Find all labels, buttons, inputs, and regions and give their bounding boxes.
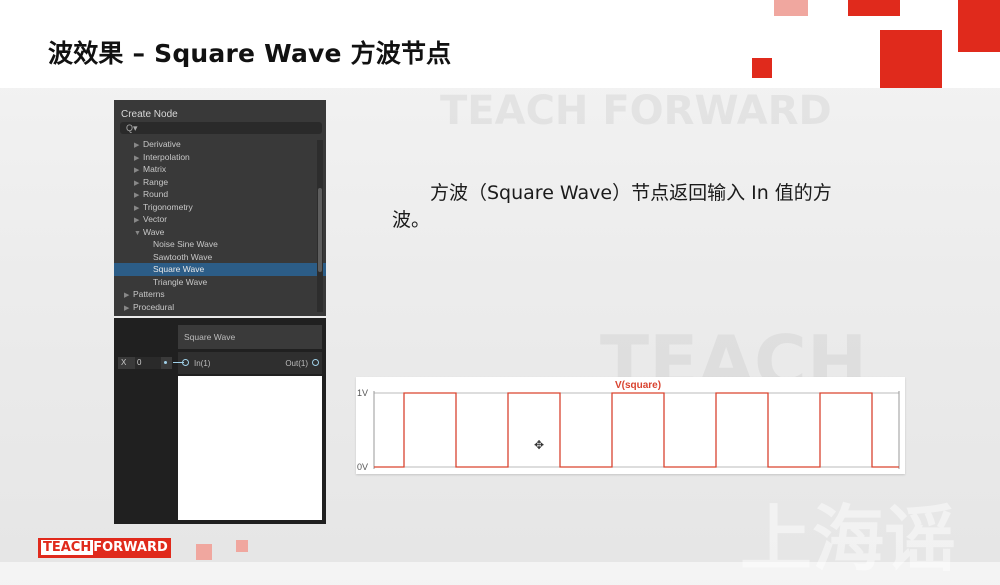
tree-item[interactable]: ▶ Vector	[114, 213, 326, 226]
decor-square	[958, 0, 1000, 52]
tree-item-label: Matrix	[143, 164, 167, 174]
decor-square	[752, 58, 772, 78]
tree-item[interactable]: ▶ Patterns	[114, 288, 326, 301]
y-bottom-label: 0V	[357, 462, 368, 472]
search-input[interactable]: Q▾	[120, 122, 322, 134]
cursor-icon: ✥	[534, 438, 544, 452]
create-node-panel: Create Node Q▾ ▶ Derivative ▶ Interpolation…	[114, 100, 326, 316]
scrollbar[interactable]	[317, 140, 323, 312]
connection-wire	[173, 362, 184, 363]
node-title: Square Wave	[184, 332, 236, 342]
tree-item[interactable]: ▶ Derivative	[114, 138, 326, 151]
tree-item[interactable]: Square Wave	[114, 263, 326, 276]
x-label: X	[121, 358, 127, 367]
tree-item[interactable]: ▶ Interpolation	[114, 151, 326, 164]
tree-item-label: Sawtooth Wave	[153, 251, 213, 262]
tree-item-label: Square Wave	[153, 264, 205, 274]
logo-forward: FORWARD	[93, 540, 168, 555]
tree-item-label: Noise Sine Wave	[153, 239, 218, 249]
node-header[interactable]: Square Wave	[178, 325, 322, 349]
tree-item-label: Wave	[143, 226, 165, 237]
node-ports: In(1) Out(1)	[178, 352, 322, 374]
tree-item-label: Trigonometry	[143, 201, 193, 212]
description-text: 方波（Square Wave）节点返回输入 In 值的方波。	[392, 182, 832, 231]
tree-item-label: Triangle Wave	[153, 276, 208, 287]
y-top-label: 1V	[357, 388, 368, 398]
waveform-svg: V(square) 1V 0V ✥	[357, 380, 900, 472]
search-icon: Q▾	[126, 123, 138, 133]
tree-item-label: Derivative	[143, 139, 181, 149]
tree-item-label: Range	[143, 176, 169, 187]
tree-item[interactable]: ▶ Trigonometry	[114, 201, 326, 214]
waveform-plot: V(square) 1V 0V ✥	[356, 377, 905, 474]
watermark: 上海谣	[740, 497, 957, 581]
decor-square	[774, 0, 808, 16]
tree-item[interactable]: ▶ Matrix	[114, 163, 326, 176]
teach-forward-logo: TEACH FORWARD	[38, 538, 171, 558]
chevron-right-icon: ▶	[124, 304, 130, 312]
tree-item-label: Interpolation	[143, 151, 190, 162]
waveform-title: V(square)	[615, 380, 661, 391]
tree-item[interactable]: Noise Sine Wave	[114, 238, 326, 251]
input-port-label: In(1)	[194, 359, 211, 368]
create-node-title: Create Node	[121, 109, 178, 120]
square-wave-line	[374, 392, 899, 468]
tree-item-label: Vector	[143, 214, 168, 224]
wire-dot	[164, 361, 167, 364]
tree-item[interactable]: Sawtooth Wave	[114, 251, 326, 264]
scrollbar-thumb[interactable]	[318, 188, 322, 272]
tree-item[interactable]: ▶ Range	[114, 176, 326, 189]
tree-item[interactable]: ▼ Wave	[114, 226, 326, 239]
logo-teach: TEACH	[41, 540, 94, 555]
output-port[interactable]	[312, 359, 319, 366]
watermark: TEACH FORWARD	[440, 88, 832, 134]
decor-square	[196, 544, 212, 560]
tree-item[interactable]: Triangle Wave	[114, 276, 326, 289]
decor-square	[236, 540, 248, 552]
node-preview	[178, 376, 322, 520]
tree-item-label: Patterns	[133, 289, 165, 299]
tree-item-label: Round	[143, 189, 169, 199]
decor-square	[880, 30, 942, 88]
decor-square	[848, 0, 900, 16]
tree-item-label: Procedural	[133, 301, 175, 312]
output-port-label: Out(1)	[285, 359, 308, 368]
slide-title: 波效果 – Square Wave 方波节点	[48, 39, 452, 68]
chevron-down-icon: ▼	[134, 229, 141, 237]
tree-item[interactable]: ▶ Round	[114, 188, 326, 201]
tree-item[interactable]: ▶ Procedural	[114, 301, 326, 314]
x-value[interactable]: 0	[135, 357, 161, 369]
node-tree: ▶ Derivative ▶ Interpolation ▶ Matrix ▶ Range ▶ R…	[114, 138, 326, 313]
